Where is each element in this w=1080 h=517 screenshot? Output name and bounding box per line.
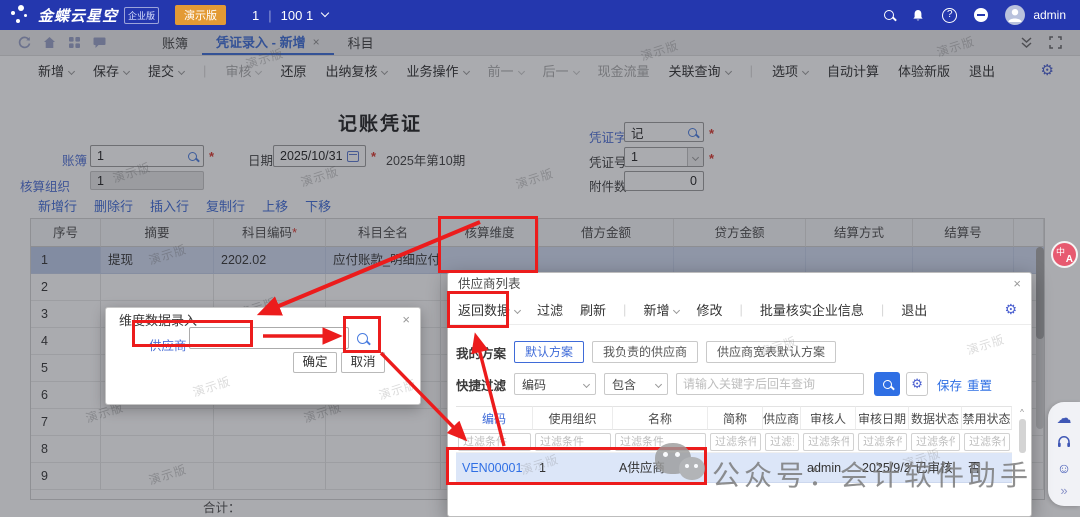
popup-new-button[interactable]: 新增 (643, 300, 679, 319)
toolbar-separator: | (881, 302, 884, 317)
scheme-wide-table-button[interactable]: 供应商宽表默认方案 (706, 341, 836, 363)
reset-link[interactable]: 重置 (967, 375, 992, 394)
expand-more-icon[interactable]: » (1060, 484, 1067, 497)
org-divider: | (268, 8, 271, 23)
scheme-row: 我的方案 默认方案 我负责的供应商 供应商宽表默认方案 (448, 339, 1033, 365)
magnifier-icon (883, 380, 892, 389)
ok-button[interactable]: 确定 (293, 352, 337, 373)
popup-toolbar: 返回数据 过滤 刷新 | 新增 修改 | 批量核实企业信息 | 退出 ⚙ (448, 295, 1031, 325)
filter-input[interactable] (911, 433, 960, 451)
supplier-filter-row (456, 430, 1012, 453)
supplier-table: 编码 使用组织 名称 简称 供应商... 审核人 审核日期 数据状态 禁用状态 (456, 406, 1012, 483)
modify-button[interactable]: 修改 (696, 300, 722, 319)
cloud-icon[interactable]: ☁ (1057, 411, 1072, 426)
quick-filter-row: 快捷过滤 编码 包含 ⚙ 保存 重置 (448, 371, 1033, 397)
filter-input[interactable] (458, 433, 531, 451)
col-short-name[interactable]: 简称 (708, 406, 763, 430)
col-use-org[interactable]: 使用组织 (533, 406, 613, 430)
app-screen: 金蝶云星空 企业版 演示版 1 | 100 1 ? admin (0, 0, 1080, 517)
caret-down-icon (514, 307, 521, 314)
org-number: 1 (252, 8, 259, 23)
popup-exit-button[interactable]: 退出 (901, 300, 927, 319)
kingdee-logo-icon (8, 3, 34, 27)
popup-settings-gear-icon[interactable]: ⚙ (1004, 301, 1017, 318)
col-data-status[interactable]: 数据状态 (909, 406, 962, 430)
col-code[interactable]: 编码 (456, 406, 533, 430)
scheme-label: 我的方案 (456, 343, 506, 362)
filter-input[interactable] (615, 433, 706, 451)
supplier-input[interactable] (190, 328, 348, 348)
refresh-button[interactable]: 刷新 (580, 300, 606, 319)
caret-down-icon (673, 307, 680, 314)
caret-down-icon (655, 380, 662, 387)
toolbar-separator: | (739, 302, 742, 317)
supplier-row[interactable]: VEN00001 1 A供应商 admin 2025/9/26 已审核 否 (456, 453, 1012, 483)
filter-settings-button[interactable]: ⚙ (906, 372, 928, 396)
chevron-down-icon (321, 9, 329, 17)
filter-input[interactable] (765, 433, 799, 451)
brand-title: 金蝶云星空 (38, 5, 118, 26)
headset-icon[interactable] (1057, 435, 1071, 452)
col-auditor[interactable]: 审核人 (801, 406, 856, 430)
scheme-my-suppliers-button[interactable]: 我负责的供应商 (592, 341, 698, 363)
search-button[interactable] (874, 372, 900, 396)
toolbar-separator: | (623, 302, 626, 317)
dimension-entry-dialog: 维度数据录入 × 供应商 确定 取消 (105, 307, 421, 405)
batch-verify-button[interactable]: 批量核实企业信息 (760, 300, 864, 319)
translate-icon[interactable]: 中 A (1051, 241, 1078, 268)
col-supplier[interactable]: 供应商... (763, 406, 801, 430)
username-label[interactable]: admin (1033, 8, 1066, 22)
supplier-lookup-button[interactable] (349, 327, 375, 349)
filter-input[interactable] (858, 433, 907, 451)
quick-filter-label: 快捷过滤 (456, 375, 506, 394)
keyword-input[interactable] (676, 373, 864, 395)
col-audit-date[interactable]: 审核日期 (856, 406, 909, 430)
return-data-button[interactable]: 返回数据 (458, 300, 520, 319)
help-icon[interactable]: ? (942, 8, 957, 23)
supplier-list-popup: 供应商列表 × 返回数据 过滤 刷新 | 新增 修改 | 批量核实企业信息 | … (447, 272, 1032, 517)
topbar-actions: ? admin (884, 5, 1066, 25)
col-name[interactable]: 名称 (613, 406, 708, 430)
caret-down-icon (583, 380, 590, 387)
supplier-field[interactable] (189, 327, 349, 349)
search-icon[interactable] (884, 10, 894, 20)
demo-version-badge: 演示版 (175, 5, 226, 25)
avatar[interactable] (1005, 5, 1025, 25)
filter-input[interactable] (710, 433, 761, 451)
feedback-smiley-icon[interactable]: ☺ (1057, 461, 1071, 475)
filter-operator-select[interactable]: 包含 (604, 373, 668, 395)
org-account-switcher[interactable]: 1 | 100 1 (252, 8, 328, 23)
cancel-button[interactable]: 取消 (341, 352, 385, 373)
account-number: 100 1 (281, 8, 314, 23)
supplier-table-header: 编码 使用组织 名称 简称 供应商... 审核人 审核日期 数据状态 禁用状态 (456, 406, 1012, 430)
do-not-disturb-icon[interactable] (974, 8, 988, 22)
col-forbid-status[interactable]: 禁用状态 (962, 406, 1012, 430)
popup-scrollbar[interactable]: ^ (1018, 408, 1026, 508)
bell-icon[interactable] (911, 9, 925, 22)
filter-input[interactable] (535, 433, 611, 451)
edition-badge: 企业版 (124, 7, 159, 24)
filter-field-select[interactable]: 编码 (514, 373, 596, 395)
top-header-bar: 金蝶云星空 企业版 演示版 1 | 100 1 ? admin (0, 0, 1080, 30)
magnifier-icon (357, 333, 368, 344)
popup-title: 供应商列表 (448, 273, 1031, 295)
filter-input[interactable] (964, 433, 1010, 451)
supplier-code-link[interactable]: VEN00001 (456, 453, 533, 483)
supplier-label: 供应商 (149, 335, 187, 354)
filter-button[interactable]: 过滤 (537, 300, 563, 319)
scroll-up-icon[interactable]: ^ (1020, 408, 1024, 417)
filter-input[interactable] (803, 433, 854, 451)
popup-close-icon[interactable]: × (1013, 276, 1021, 291)
dialog-close-icon[interactable]: × (402, 312, 410, 327)
save-link[interactable]: 保存 (937, 375, 962, 394)
scheme-default-button[interactable]: 默认方案 (514, 341, 584, 363)
assist-side-panel: ☁ ☺ » (1048, 402, 1080, 506)
